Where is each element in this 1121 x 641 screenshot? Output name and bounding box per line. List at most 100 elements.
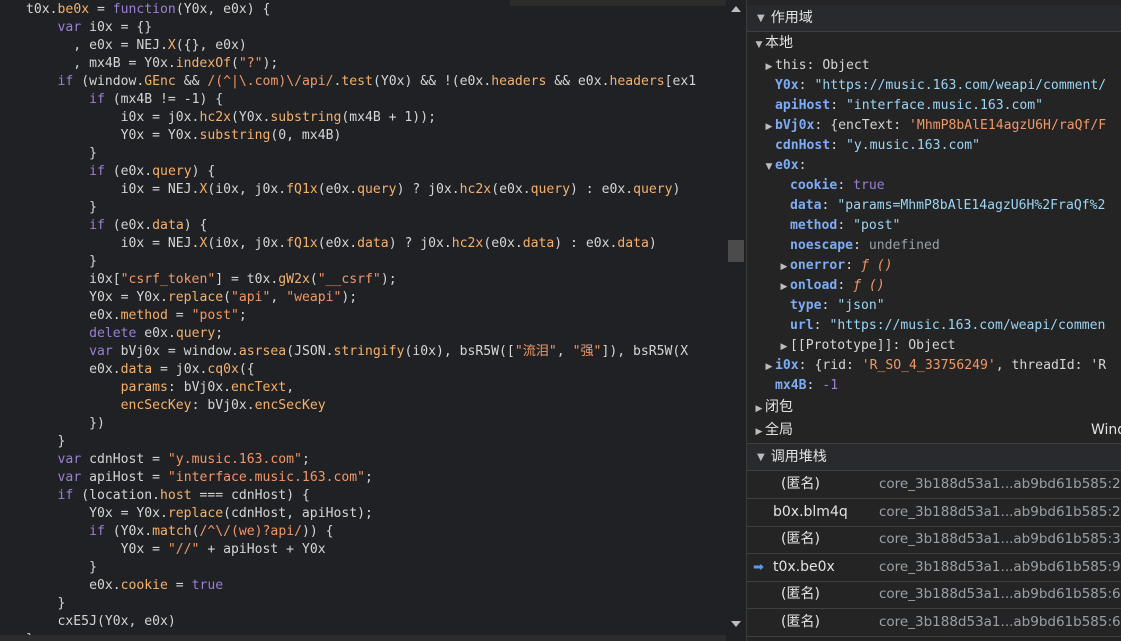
expand-triangle-icon[interactable]: ▶: [778, 257, 790, 277]
scope-variable-url[interactable]: url: "https://music.163.com/weapi/commen: [778, 316, 1105, 336]
scope-closure-group[interactable]: ▶ 闭包: [753, 397, 793, 417]
scope-value-prefix: {rid:: [814, 358, 862, 373]
callstack-frame[interactable]: b0x.blm4q core_3b188d53a1...ab9bd61b585:2…: [747, 499, 1121, 527]
callstack-frame[interactable]: ➡ t0x.be0x core_3b188d53a1...ab9bd61b585:9…: [747, 554, 1121, 582]
code-line[interactable]: }: [0, 145, 726, 163]
code-line[interactable]: if (e0x.data) {: [0, 217, 726, 235]
scroll-thumb[interactable]: [728, 240, 744, 262]
code-line[interactable]: , mx4B = Y0x.indexOf("?");: [0, 55, 726, 73]
scope-variable-mx4b[interactable]: mx4B: -1: [763, 376, 838, 396]
scope-variable-onload[interactable]: ▶ onload: ƒ (): [778, 276, 885, 296]
code-line[interactable]: if (mx4B != -1) {: [0, 91, 726, 109]
code-line[interactable]: i0x = NEJ.X(i0x, j0x.fQ1x(e0x.data) ? j0…: [0, 235, 726, 253]
scope-key: this: [775, 58, 807, 73]
code-line[interactable]: delete e0x.query;: [0, 325, 726, 343]
scope-variable-apihost[interactable]: apiHost: "interface.music.163.com": [763, 96, 1043, 116]
code-line[interactable]: cxE5J(Y0x, e0x): [0, 613, 726, 631]
frame-location-link[interactable]: core_3b188d53a1...ab9bd61b585:68: [879, 609, 1121, 636]
code-token: params: [120, 380, 168, 395]
code-token: ({: [238, 362, 255, 377]
code-token: /^\/(we)?api/: [199, 524, 302, 539]
scope-variable-prototype[interactable]: ▶ [[Prototype]]: Object: [778, 336, 956, 356]
editor-scrollbar[interactable]: [726, 0, 746, 641]
code-line[interactable]: Y0x = "//" + apiHost + Y0x: [0, 541, 726, 559]
code-line[interactable]: if (location.host === cdnHost) {: [0, 487, 726, 505]
scroll-down-arrow-icon[interactable]: [731, 621, 741, 627]
scope-variable-onerror[interactable]: ▶ onerror: ƒ (): [778, 256, 893, 276]
code-line[interactable]: i0x = j0x.hc2x(Y0x.substring(mx4B + 1));: [0, 109, 726, 127]
callstack-frame[interactable]: (匿名) core_3b188d53a1...ab9bd61b585:21: [747, 471, 1121, 499]
code-line[interactable]: e0x.method = "post";: [0, 307, 726, 325]
code-line[interactable]: e0x.data = j0x.cq0x({: [0, 361, 726, 379]
scope-variable-type[interactable]: type: "json": [778, 296, 885, 316]
code-line[interactable]: Y0x = Y0x.substring(0, mx4B): [0, 127, 726, 145]
code-line[interactable]: Y0x = Y0x.replace("api", "weapi");: [0, 289, 726, 307]
code-line[interactable]: t0x.be0x = function(Y0x, e0x) {: [0, 1, 726, 19]
code-line[interactable]: var i0x = {}: [0, 19, 726, 37]
code-line[interactable]: }: [0, 199, 726, 217]
scope-variable-noescape[interactable]: noescape: undefined: [778, 236, 940, 256]
code-line[interactable]: }: [0, 253, 726, 271]
code-line[interactable]: }): [0, 415, 726, 433]
scope-section-header[interactable]: ▼ 作用域: [747, 5, 1121, 31]
expand-triangle-icon[interactable]: ▶: [778, 337, 790, 357]
code-line[interactable]: encSecKey: bVj0x.encSecKey: [0, 397, 726, 415]
source-code[interactable]: t0x.be0x = function(Y0x, e0x) { var i0x …: [0, 1, 726, 635]
code-line[interactable]: var apiHost = "interface.music.163.com";: [0, 469, 726, 487]
callstack-frame[interactable]: (匿名) core_3b188d53a1...ab9bd61b585:35: [747, 526, 1121, 555]
expand-triangle-icon[interactable]: ▶: [763, 117, 775, 137]
scope-local-group[interactable]: ▼ 本地: [753, 33, 793, 53]
scroll-up-arrow-icon[interactable]: [731, 6, 741, 12]
code-line[interactable]: e0x.cookie = true: [0, 577, 726, 595]
frame-location-link[interactable]: core_3b188d53a1...ab9bd61b585:68: [879, 581, 1121, 608]
code-line[interactable]: i0x["csrf_token"] = t0x.gW2x("__csrf");: [0, 271, 726, 289]
frame-location-link[interactable]: core_3b188d53a1...ab9bd61b585:92: [879, 554, 1121, 581]
scope-variable-this[interactable]: ▶ this: Object: [763, 56, 870, 76]
scope-variable-e0x[interactable]: ▼ e0x:: [763, 156, 807, 176]
callstack-frame[interactable]: (匿名) core_3b188d53a1...ab9bd61b585:68: [747, 581, 1121, 610]
callstack-section-header[interactable]: ▼ 调用堆栈: [747, 444, 1121, 470]
code-editor[interactable]: t0x.be0x = function(Y0x, e0x) { var i0x …: [0, 0, 726, 635]
scope-variable-bvj0x[interactable]: ▶ bVj0x: {encText: 'MhmP8bAlE14agzU6H/raQ…: [763, 116, 1107, 137]
frame-location-link[interactable]: core_3b188d53a1...ab9bd61b585:21: [879, 471, 1121, 498]
code-line[interactable]: , e0x = NEJ.X({}, e0x): [0, 37, 726, 55]
code-token: if: [89, 164, 105, 179]
code-line[interactable]: i0x = NEJ.X(i0x, j0x.fQ1x(e0x.query) ? j…: [0, 181, 726, 199]
code-line[interactable]: var cdnHost = "y.music.163.com";: [0, 451, 726, 469]
scope-variable-data[interactable]: data: "params=MhmP8bAlE14agzU6H%2FraQf%2: [778, 196, 1105, 216]
scope-global-group[interactable]: ▶全局 Window: [753, 420, 1121, 440]
code-line[interactable]: var bVj0x = window.asrsea(JSON.stringify…: [0, 343, 726, 361]
callstack-frame[interactable]: (匿名) core_3b188d53a1...ab9bd61b585:68: [747, 609, 1121, 637]
scope-variable-cookie[interactable]: cookie: true: [778, 176, 885, 196]
code-token: if: [57, 488, 74, 503]
collapse-triangle-icon[interactable]: ▼: [763, 157, 775, 177]
code-token: && e0x.: [546, 74, 610, 89]
frame-location-link[interactable]: core_3b188d53a1...ab9bd61b585:35: [879, 526, 1121, 553]
global-value: Window: [1091, 422, 1121, 438]
colon: :: [821, 198, 838, 213]
frame-location-link[interactable]: core_3b188d53a1...ab9bd61b585:20: [879, 499, 1121, 526]
expand-triangle-icon[interactable]: ▶: [763, 57, 775, 77]
code-line[interactable]: if (e0x.query) {: [0, 163, 726, 181]
code-line[interactable]: }: [0, 595, 726, 613]
scope-variable-cdnhost[interactable]: cdnHost: "y.music.163.com": [763, 136, 980, 156]
code-token: }: [26, 434, 66, 449]
scope-variable-method[interactable]: method: "post": [778, 216, 900, 236]
code-token: )) {: [301, 524, 334, 539]
editor-horizontal-scrollbar[interactable]: [0, 635, 726, 641]
code-line[interactable]: if (Y0x.match(/^\/(we)?api/)) {: [0, 523, 726, 541]
code-token: ;: [238, 308, 247, 323]
scope-key: data: [790, 198, 822, 213]
code-line[interactable]: Y0x = Y0x.replace(cdnHost, apiHost);: [0, 505, 726, 523]
code-line[interactable]: }: [0, 559, 726, 577]
expand-triangle-icon[interactable]: ▶: [763, 357, 775, 377]
debugger-sidebar: ▼ 作用域 ▼ 本地 ▶ this: Object Y0x: "https://musi…: [746, 0, 1121, 641]
expand-triangle-icon[interactable]: ▶: [778, 277, 790, 297]
code-line[interactable]: if (window.GEnc && /(^|\.com)\/api/.test…: [0, 73, 726, 91]
code-line[interactable]: params: bVj0x.encText,: [0, 379, 726, 397]
scope-variable-y0x[interactable]: Y0x: "https://music.163.com/weapi/commen…: [763, 76, 1106, 96]
scope-key: Y0x: [775, 78, 799, 93]
code-token: (e0x.: [483, 236, 523, 251]
scope-variable-i0x[interactable]: ▶ i0x: {rid: 'R_SO_4_33756249', threadId:…: [763, 356, 1107, 377]
code-line[interactable]: }: [0, 433, 726, 451]
